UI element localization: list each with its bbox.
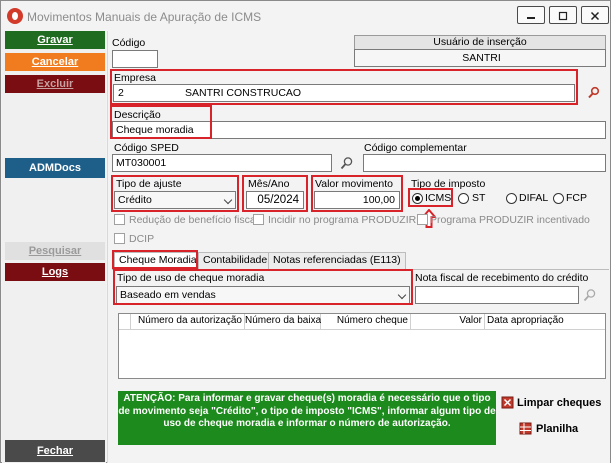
nota-fiscal-field[interactable] — [415, 286, 579, 304]
radio-icms[interactable] — [412, 193, 423, 204]
minimize-button[interactable] — [517, 6, 545, 24]
valor-movimento-field[interactable]: 100,00 — [314, 191, 400, 209]
codigo-sped-field[interactable]: MT030001 — [112, 154, 332, 172]
empresa-search-icon[interactable] — [587, 86, 601, 100]
tipo-uso-label: Tipo de uso de cheque moradia — [117, 272, 265, 284]
close-icon — [590, 11, 600, 21]
minimize-icon — [527, 17, 535, 19]
close-button[interactable] — [581, 6, 609, 24]
window-title: Movimentos Manuais de Apuração de ICMS — [27, 10, 262, 24]
chevron-down-icon — [397, 290, 407, 300]
radio-st-label: ST — [472, 192, 486, 204]
reducao-checkbox[interactable] — [114, 214, 125, 225]
tipo-ajuste-value: Crédito — [118, 194, 152, 206]
planilha-button[interactable]: Planilha — [536, 423, 578, 435]
tipo-ajuste-label: Tipo de ajuste — [116, 178, 182, 190]
usuario-field: SANTRI — [354, 49, 606, 67]
restore-icon — [558, 11, 568, 21]
codigo-sped-label: Código SPED — [114, 142, 179, 154]
tab-divider — [112, 269, 609, 270]
limpar-cheques-button[interactable]: Limpar cheques — [517, 397, 601, 409]
reducao-label: Redução de benefício fiscal — [129, 214, 258, 226]
gravar-button[interactable]: Gravar — [5, 31, 105, 49]
tab-notas-referenciadas[interactable]: Notas referenciadas (E113) — [268, 252, 406, 269]
radio-fcp[interactable] — [553, 193, 564, 204]
codigo-complementar-label: Código complementar — [364, 142, 467, 154]
col-valor[interactable]: Valor — [411, 314, 485, 329]
excluir-button[interactable]: Excluir — [5, 75, 105, 93]
tipo-uso-select[interactable]: Baseado em vendas — [116, 286, 410, 304]
chevron-down-icon — [223, 195, 233, 205]
grid-row-header — [119, 314, 131, 329]
empresa-code: 2 — [118, 87, 124, 99]
radio-icms-label: ICMS — [425, 192, 452, 204]
sidebar: Gravar Cancelar Excluir ADMDocs Pesquisa… — [2, 31, 106, 463]
tab-cheque-moradia[interactable]: Cheque Moradia — [114, 252, 202, 269]
valor-movimento-label: Valor movimento — [315, 178, 394, 190]
usuario-header: Usuário de inserção — [354, 35, 606, 50]
col-numero-cheque[interactable]: Número cheque — [321, 314, 411, 329]
pesquisar-button[interactable]: Pesquisar — [5, 242, 105, 260]
spreadsheet-icon — [519, 422, 532, 435]
nota-fiscal-search-icon[interactable] — [583, 288, 597, 302]
title-bar: Movimentos Manuais de Apuração de ICMS — [1, 1, 610, 31]
form-area: Código Usuário de inserção SANTRI Empres… — [107, 31, 610, 463]
cancelar-button[interactable]: Cancelar — [5, 53, 105, 71]
main-window: Movimentos Manuais de Apuração de ICMS G… — [0, 0, 611, 463]
programa-checkbox[interactable] — [417, 214, 428, 225]
fechar-button[interactable]: Fechar — [5, 440, 105, 462]
tipo-ajuste-select[interactable]: Crédito — [114, 191, 236, 209]
radio-difal-label: DIFAL — [519, 192, 549, 204]
descricao-field[interactable]: Cheque moradia — [112, 121, 606, 139]
radio-difal[interactable] — [506, 193, 517, 204]
descricao-label: Descrição — [114, 109, 161, 121]
admdocs-button[interactable]: ADMDocs — [5, 158, 105, 178]
grid-header-divider — [119, 329, 605, 330]
tipo-uso-value: Baseado em vendas — [120, 289, 216, 301]
dcip-checkbox[interactable] — [114, 233, 125, 244]
radio-st[interactable] — [458, 193, 469, 204]
codigo-complementar-field[interactable] — [363, 154, 606, 172]
col-numero-autorizacao[interactable]: Número da autorização — [131, 314, 245, 329]
tipo-imposto-label: Tipo de imposto — [411, 178, 486, 190]
logs-button[interactable]: Logs — [5, 263, 105, 281]
incidir-label: Incidir no programa PRODUZIR — [268, 214, 417, 226]
codigo-label: Código — [112, 37, 146, 49]
attention-notice: ATENÇÃO: Para informar e gravar cheque(s… — [118, 391, 496, 445]
empresa-field[interactable]: 2 SANTRI CONSTRUCAO — [113, 84, 575, 102]
tab-contabilidade[interactable]: Contabilidade — [198, 252, 273, 269]
col-numero-baixa[interactable]: Número da baixa — [245, 314, 321, 329]
mes-ano-label: Mês/Ano — [248, 178, 290, 190]
nota-fiscal-label: Nota fiscal de recebimento do crédito — [415, 272, 589, 284]
codigo-sped-search-icon[interactable] — [340, 156, 354, 170]
codigo-field[interactable] — [112, 50, 158, 68]
col-data-apropriacao[interactable]: Data apropriação — [485, 314, 605, 329]
programa-label: Programa PRODUZIR incentivado — [430, 214, 590, 226]
app-logo-icon — [7, 8, 23, 24]
radio-fcp-label: FCP — [566, 192, 587, 204]
incidir-checkbox[interactable] — [253, 214, 264, 225]
cheques-grid[interactable]: Número da autorização Número da baixa Nú… — [118, 313, 606, 379]
empresa-label: Empresa — [114, 72, 157, 84]
empresa-name: SANTRI CONSTRUCAO — [185, 87, 302, 99]
mes-ano-field[interactable]: 05/2024 — [246, 191, 304, 209]
clear-icon — [501, 396, 514, 409]
maximize-button[interactable] — [549, 6, 577, 24]
dcip-label: DCIP — [129, 233, 155, 245]
